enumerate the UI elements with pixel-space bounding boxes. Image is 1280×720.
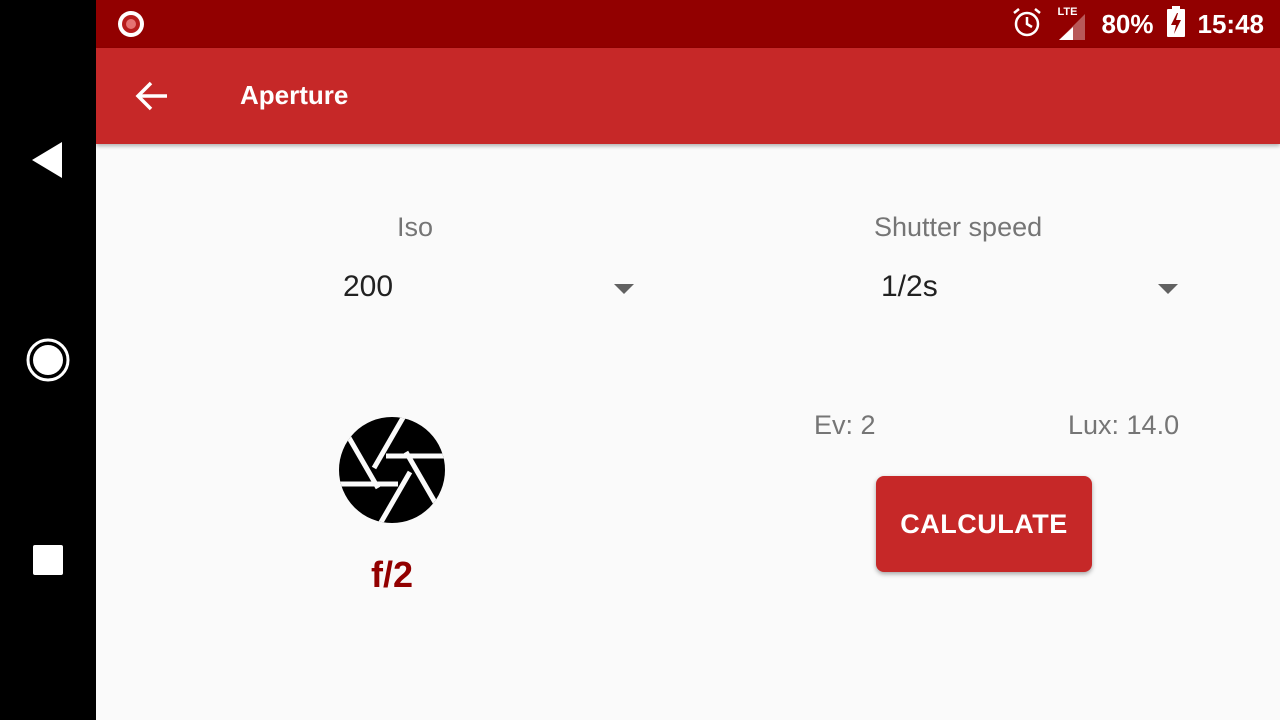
iso-dropdown-arrow-icon: [614, 284, 634, 294]
shutter-dropdown-arrow-icon: [1158, 284, 1178, 294]
screen-record-icon: [117, 10, 145, 38]
page-title: Aperture: [240, 80, 349, 110]
battery-charging-icon: [1166, 5, 1186, 43]
ev-value: Ev: 2: [814, 410, 876, 440]
recents-nav-icon[interactable]: [24, 536, 72, 584]
shutter-speed-value: 1/2s: [881, 270, 938, 303]
battery-percentage: 80%: [1101, 8, 1154, 39]
arrow-back-icon: [135, 81, 167, 111]
status-bar: LTE 80% 15:48: [96, 0, 1280, 48]
lux-value: Lux: 14.0: [1068, 410, 1180, 440]
app-screen: LTE 80% 15:48 Aperture Iso 200 Shutter s…: [96, 0, 1280, 720]
aperture-result: f/2: [370, 554, 413, 595]
iso-spinner[interactable]: 200: [343, 258, 634, 318]
navigation-bar: [0, 0, 96, 720]
shutter-speed-spinner[interactable]: 1/2s: [881, 258, 1178, 318]
back-button[interactable]: [124, 72, 180, 120]
iso-value: 200: [343, 270, 394, 303]
iso-label: Iso: [397, 212, 434, 242]
calculate-button[interactable]: CALCULATE: [876, 476, 1092, 572]
shutter-speed-label: Shutter speed: [874, 212, 1043, 242]
signal-icon: LTE: [1055, 6, 1089, 42]
aperture-icon: [338, 416, 446, 524]
back-nav-icon[interactable]: [24, 136, 72, 184]
alarm-icon: [1011, 6, 1043, 43]
home-nav-icon[interactable]: [24, 336, 72, 384]
app-bar: Aperture: [96, 48, 1280, 144]
status-time: 15:48: [1197, 8, 1265, 39]
